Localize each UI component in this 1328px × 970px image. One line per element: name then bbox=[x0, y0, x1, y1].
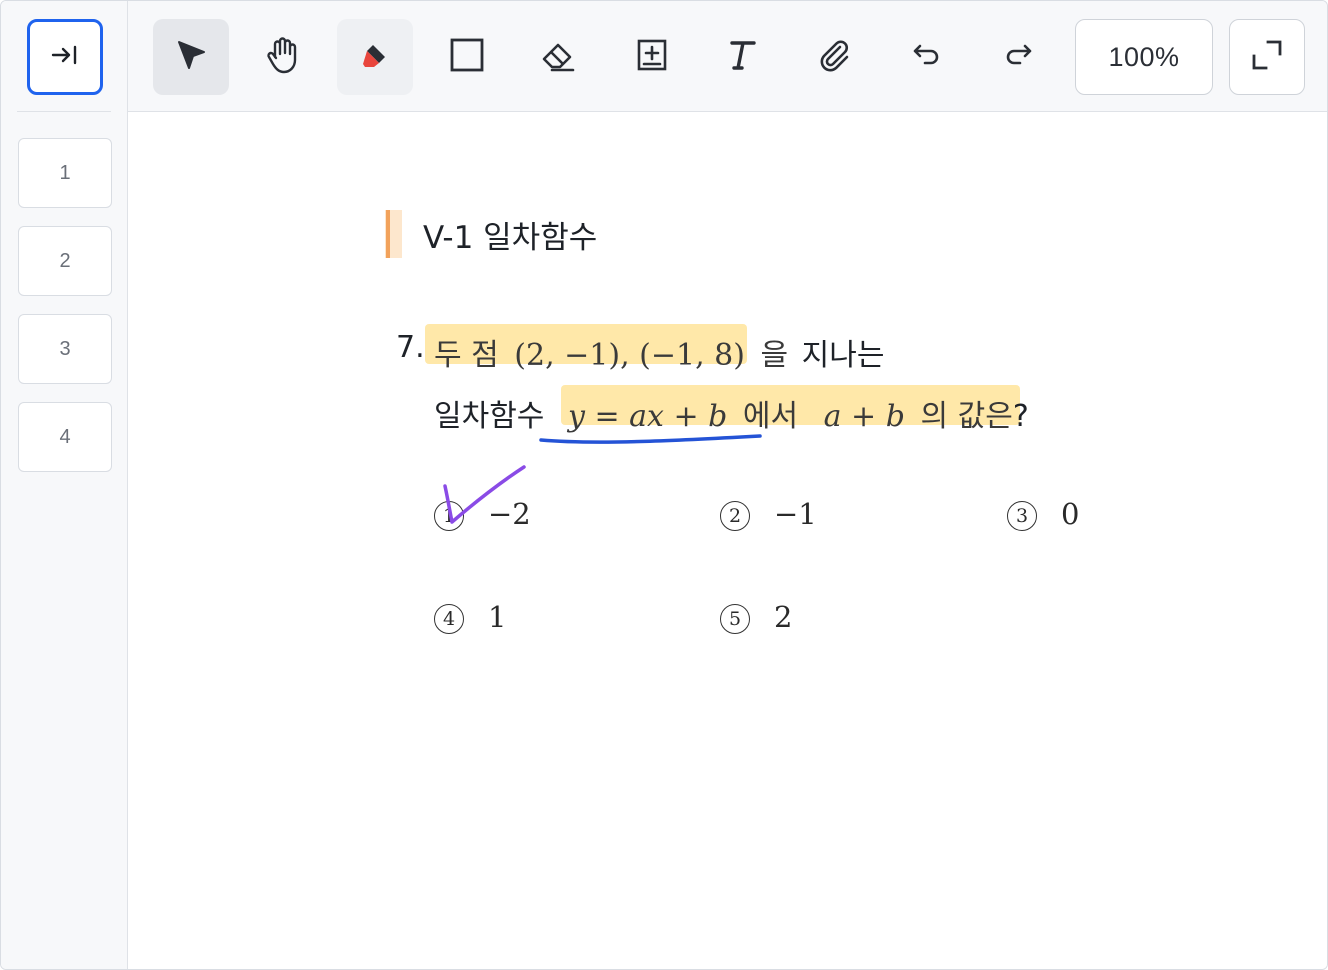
hand-tool-button[interactable] bbox=[245, 19, 321, 95]
zoom-level-button[interactable]: 100% bbox=[1075, 19, 1213, 95]
page-thumb-2[interactable]: 2 bbox=[18, 226, 112, 296]
highlighter-tool-button[interactable] bbox=[337, 19, 413, 95]
select-tool-button[interactable] bbox=[153, 19, 229, 95]
eraser-tool-button[interactable] bbox=[520, 19, 596, 95]
fullscreen-button[interactable] bbox=[1229, 19, 1305, 95]
collapse-sidebar-button[interactable] bbox=[27, 19, 103, 95]
document-canvas[interactable]: V-1 일차함수 7. 두 점 (2, −1), (−1, 8) 을 지나는 일… bbox=[128, 112, 1327, 969]
page-thumb-4[interactable]: 4 bbox=[18, 402, 112, 472]
toolbar: 100% bbox=[128, 1, 1327, 112]
pen-checkmark bbox=[443, 465, 526, 524]
undo-icon bbox=[910, 40, 944, 75]
rectangle-icon bbox=[449, 37, 485, 78]
add-box-tool-button[interactable] bbox=[614, 19, 690, 95]
page-thumb-3[interactable]: 3 bbox=[18, 314, 112, 384]
redo-button[interactable] bbox=[980, 19, 1056, 95]
fullscreen-icon bbox=[1250, 38, 1284, 77]
eraser-icon bbox=[539, 37, 577, 78]
undo-button[interactable] bbox=[889, 19, 965, 95]
collapse-sidebar-icon bbox=[50, 43, 80, 72]
paperclip-icon bbox=[816, 37, 852, 78]
redo-icon bbox=[1001, 40, 1035, 75]
rectangle-tool-button[interactable] bbox=[429, 19, 505, 95]
attach-tool-button[interactable] bbox=[796, 19, 872, 95]
annotation-layer bbox=[443, 434, 762, 524]
sidebar-divider bbox=[17, 111, 111, 112]
highlighter-icon bbox=[357, 37, 393, 78]
page-sidebar: 1 2 3 4 bbox=[1, 1, 128, 969]
pen-underline bbox=[539, 434, 762, 444]
page-thumb-1[interactable]: 1 bbox=[18, 138, 112, 208]
text-icon bbox=[724, 37, 760, 78]
add-box-icon bbox=[634, 37, 670, 78]
app-window: 1 2 3 4 100% V-1 일차함수 7. 두 점 (2, −1), (−… bbox=[0, 0, 1328, 970]
select-arrow-icon bbox=[173, 37, 209, 78]
text-tool-button[interactable] bbox=[704, 19, 780, 95]
hand-icon bbox=[264, 35, 302, 80]
